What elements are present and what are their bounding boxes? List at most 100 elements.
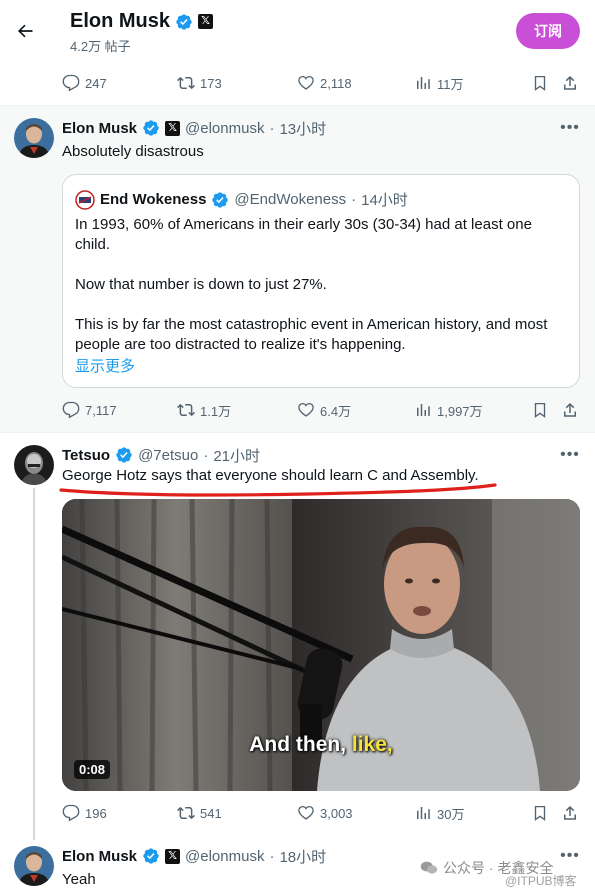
more-options-icon[interactable]: ••• — [559, 846, 581, 866]
repost-button[interactable]: 541 — [177, 803, 222, 823]
prev-tweet-actions: 247 173 2,118 11万 — [62, 73, 582, 93]
reply-icon — [62, 804, 80, 822]
bookmark-icon — [531, 401, 549, 419]
views-count: 11万 — [437, 76, 464, 92]
verified-badge-icon — [211, 191, 229, 209]
like-count: 6.4万 — [320, 403, 352, 419]
divider — [0, 432, 595, 433]
avatar-tetsuo[interactable] — [14, 445, 54, 485]
like-button[interactable]: 2,118 — [297, 73, 352, 93]
reply-count: 7,117 — [85, 402, 117, 418]
profile-title: Elon Musk 𝕏 — [70, 10, 214, 33]
more-options-icon[interactable]: ••• — [559, 445, 581, 465]
repost-button[interactable]: 1.1万 — [177, 400, 231, 420]
quoted-tweet[interactable]: End Wokeness @EndWokeness · 14小时 In 1993… — [62, 174, 580, 388]
tweet-header: Elon Musk 𝕏 @elonmusk · 13小时 — [62, 118, 327, 139]
author-name[interactable]: Elon Musk — [62, 120, 137, 137]
quote-text-line: people are too distracted to realize it'… — [75, 336, 406, 353]
reply-count: 247 — [85, 75, 107, 91]
quote-text-line: child. — [75, 236, 111, 253]
verified-badge-icon — [175, 13, 193, 31]
reply-button[interactable]: 247 — [62, 73, 107, 93]
thread-connector-line — [33, 488, 35, 840]
verified-badge-icon — [142, 847, 160, 865]
avatar-elonmusk[interactable] — [14, 118, 54, 158]
reply-button[interactable]: 7,117 — [62, 400, 117, 420]
red-underline-annotation — [59, 483, 497, 497]
tweet2-actions: 196 541 3,003 30万 — [62, 803, 582, 823]
watermark-sub: @ITPUB博客 — [505, 874, 577, 888]
repost-count: 541 — [200, 805, 222, 821]
tweet-text: Absolutely disastrous — [62, 143, 204, 160]
views-icon — [414, 804, 432, 822]
subscribe-button[interactable]: 订阅 — [516, 13, 580, 49]
views-icon — [414, 401, 432, 419]
repost-button[interactable]: 173 — [177, 73, 222, 93]
share-icon — [561, 804, 579, 822]
views-count: 1,997万 — [437, 403, 483, 419]
tweet1-actions: 7,117 1.1万 6.4万 1,997万 — [62, 400, 582, 420]
views-button[interactable]: 1,997万 — [414, 400, 483, 420]
video-caption: And then, like, — [249, 733, 393, 756]
bookmark-icon — [531, 74, 549, 92]
views-count: 30万 — [437, 806, 465, 822]
views-button[interactable]: 30万 — [414, 803, 464, 823]
show-more-link[interactable]: 显示更多 — [75, 355, 135, 376]
share-button[interactable] — [561, 73, 579, 93]
profile-header: Elon Musk 𝕏 4.2万 帖子 订阅 — [0, 0, 595, 62]
like-button[interactable]: 3,003 — [297, 803, 353, 823]
verified-badge-icon — [115, 446, 133, 464]
bookmark-button[interactable] — [531, 803, 549, 823]
avatar-endwokeness — [75, 189, 95, 210]
reply-icon — [62, 74, 80, 92]
share-button[interactable] — [561, 803, 579, 823]
author-handle[interactable]: @7etsuo — [138, 447, 198, 464]
bookmark-button[interactable] — [531, 73, 549, 93]
share-button[interactable] — [561, 400, 579, 420]
avatar-elonmusk[interactable] — [14, 846, 54, 886]
like-icon — [297, 401, 315, 419]
profile-name: Elon Musk — [70, 10, 171, 32]
tweet-time[interactable]: 18小时 — [279, 846, 326, 867]
quote-author-name: End Wokeness — [100, 191, 207, 208]
like-icon — [297, 804, 315, 822]
bookmark-button[interactable] — [531, 400, 549, 420]
bookmark-icon — [531, 804, 549, 822]
wechat-icon — [420, 861, 438, 874]
more-options-icon[interactable]: ••• — [559, 118, 581, 138]
author-handle[interactable]: @elonmusk — [185, 120, 264, 137]
author-handle[interactable]: @elonmusk — [185, 848, 264, 865]
quote-header: End Wokeness @EndWokeness · 14小时 — [75, 189, 408, 210]
tweet-time[interactable]: 21小时 — [213, 445, 260, 466]
quote-time: 14小时 — [361, 192, 408, 209]
views-button[interactable]: 11万 — [414, 73, 464, 93]
back-arrow-icon[interactable] — [10, 16, 40, 46]
video-duration: 0:08 — [74, 760, 111, 779]
author-name[interactable]: Elon Musk — [62, 848, 137, 865]
reply-count: 196 — [85, 805, 107, 821]
video-player[interactable]: And then, like, 0:08 — [62, 499, 580, 791]
share-icon — [561, 74, 579, 92]
quote-author-handle: @EndWokeness — [234, 191, 347, 208]
quote-text-line: In 1993, 60% of Americans in their early… — [75, 216, 532, 233]
share-icon — [561, 401, 579, 419]
tweet-header: Tetsuo @7etsuo · 21小时 — [62, 445, 261, 466]
x-affiliation-icon: 𝕏 — [165, 848, 181, 864]
like-button[interactable]: 6.4万 — [297, 400, 351, 420]
like-count: 2,118 — [320, 75, 352, 91]
like-count: 3,003 — [320, 805, 353, 821]
views-icon — [414, 74, 432, 92]
author-name[interactable]: Tetsuo — [62, 447, 110, 464]
x-affiliation-icon: 𝕏 — [198, 14, 214, 29]
like-icon — [297, 74, 315, 92]
repost-icon — [177, 804, 195, 822]
quote-text-line: Now that number is down to just 27%. — [75, 276, 327, 293]
reply-button[interactable]: 196 — [62, 803, 107, 823]
divider — [0, 105, 595, 106]
verified-badge-icon — [142, 119, 160, 137]
tweet-text: Yeah — [62, 871, 96, 888]
x-affiliation-icon: 𝕏 — [165, 120, 181, 136]
post-count: 4.2万 帖子 — [70, 39, 131, 54]
repost-icon — [177, 74, 195, 92]
tweet-time[interactable]: 13小时 — [279, 118, 326, 139]
